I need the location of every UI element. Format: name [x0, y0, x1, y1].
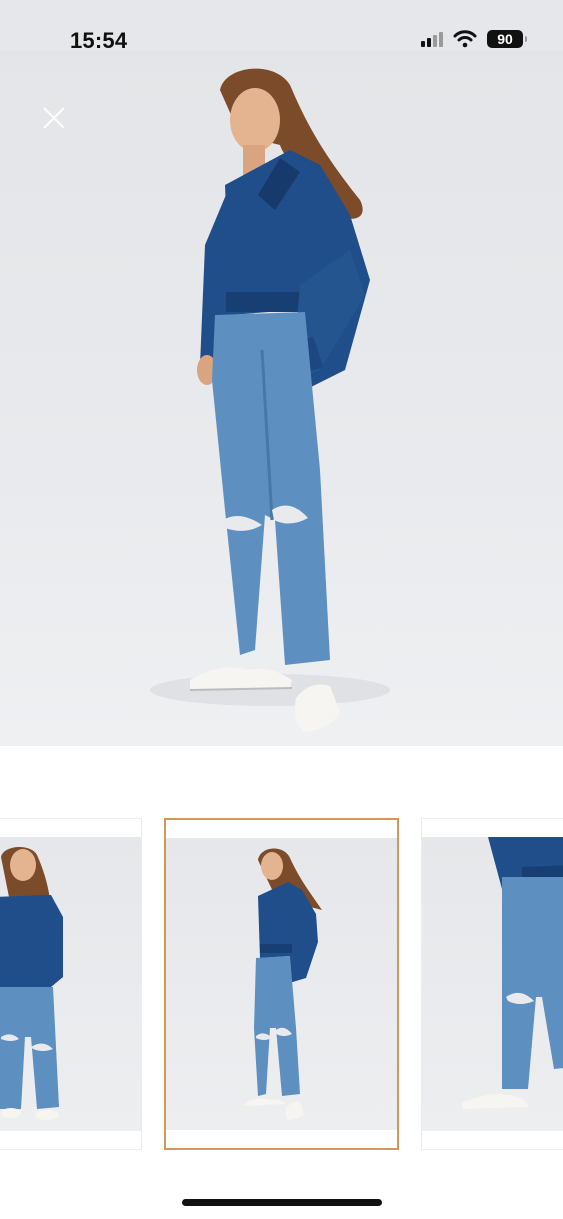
main-product-image[interactable]	[0, 50, 563, 746]
thumbnail-image	[166, 838, 397, 1130]
home-indicator[interactable]	[182, 1199, 382, 1206]
status-bar: 15:54 90	[0, 0, 563, 53]
thumbnail-1[interactable]	[0, 818, 142, 1150]
thumbnail-image	[422, 837, 563, 1131]
thumbnail-strip[interactable]	[0, 818, 563, 1150]
battery-level: 90	[497, 31, 513, 47]
status-time: 15:54	[70, 28, 128, 53]
thumbnail-3[interactable]	[421, 818, 563, 1150]
battery-icon: 90	[487, 30, 527, 48]
status-icons: 90	[421, 30, 527, 48]
close-button[interactable]	[38, 102, 70, 134]
thumbnail-image	[0, 837, 141, 1131]
thumbnail-2-selected[interactable]	[164, 818, 399, 1150]
cellular-signal-icon	[421, 31, 443, 47]
wifi-icon	[453, 30, 477, 48]
model-figure	[150, 68, 390, 732]
